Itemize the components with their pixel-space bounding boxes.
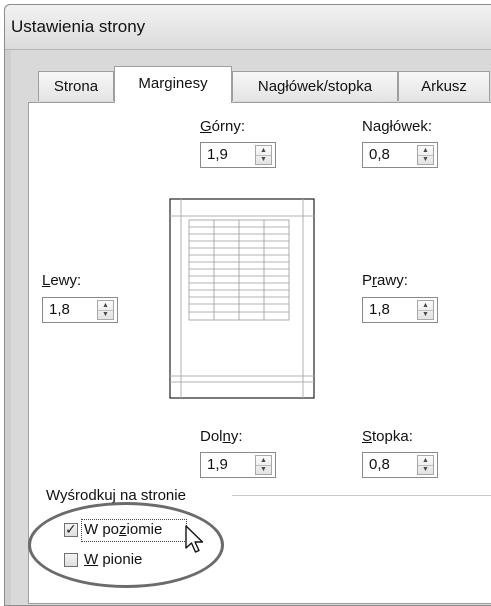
center-vertically-checkbox[interactable] [64,553,78,567]
checkmark-icon: ✓ [65,521,77,537]
triangle-down-icon[interactable]: ▼ [418,465,433,474]
spinner-buttons: ▲ ▼ [255,455,272,475]
tab-naglowek-stopka[interactable]: Nagłówek/stopka [232,71,398,101]
top-margin-value[interactable]: 1,9 [207,146,228,163]
right-margin-label: Prawy: [362,272,408,289]
spinner-buttons: ▲ ▼ [97,300,114,320]
spinner-buttons: ▲ ▼ [417,455,434,475]
tab-label: Strona [53,78,99,95]
dialog-title: Ustawienia strony [11,17,146,36]
footer-margin-label: Stopka: [362,428,413,445]
header-margin-spinner[interactable]: 0,8 ▲ ▼ [362,142,438,168]
bottom-margin-label: Dolny: [200,428,243,445]
right-margin-value[interactable]: 1,8 [369,301,390,318]
spinner-buttons: ▲ ▼ [255,145,272,165]
triangle-down-icon[interactable]: ▼ [256,465,271,474]
bottom-margin-value[interactable]: 1,9 [207,456,228,473]
center-horizontally-checkbox[interactable]: ✓ [64,521,78,537]
left-margin-spinner[interactable]: 1,8 ▲ ▼ [42,297,118,323]
right-margin-spinner[interactable]: 1,8 ▲ ▼ [362,297,438,323]
triangle-down-icon[interactable]: ▼ [98,310,113,319]
triangle-down-icon[interactable]: ▼ [418,310,433,319]
spinner-buttons: ▲ ▼ [417,300,434,320]
tab-strona[interactable]: Strona [38,71,114,101]
tab-label: Marginesy [138,75,208,92]
title-bar[interactable]: Ustawienia strony [5,5,491,50]
top-margin-spinner[interactable]: 1,9 ▲ ▼ [200,142,276,168]
center-vertically-label[interactable]: W pionie [84,551,142,568]
tab-label: Arkusz [421,78,467,95]
footer-margin-spinner[interactable]: 0,8 ▲ ▼ [362,452,438,478]
left-margin-value[interactable]: 1,8 [49,301,70,318]
group-separator [232,495,491,496]
window-frame-edge [5,50,11,605]
tab-arkusz[interactable]: Arkusz [398,71,490,101]
center-horizontally-label[interactable]: W poziomie [84,521,162,538]
triangle-down-icon[interactable]: ▼ [256,155,271,164]
tab-label: Nagłówek/stopka [257,78,373,95]
spinner-buttons: ▲ ▼ [417,145,434,165]
left-margin-label: Lewy: [42,272,82,289]
page-preview [169,198,315,399]
footer-margin-value[interactable]: 0,8 [369,456,390,473]
preview-page-outline [169,198,315,399]
header-margin-value[interactable]: 0,8 [369,146,390,163]
header-margin-label: Nagłówek: [362,118,433,135]
mouse-pointer-icon [185,525,204,553]
triangle-down-icon[interactable]: ▼ [418,155,433,164]
center-on-page-group-label: Wyśrodkuj na stronie [46,487,186,504]
tab-marginesy[interactable]: Marginesy [114,66,232,103]
bottom-margin-spinner[interactable]: 1,9 ▲ ▼ [200,452,276,478]
top-margin-label: Górny: [200,118,246,135]
